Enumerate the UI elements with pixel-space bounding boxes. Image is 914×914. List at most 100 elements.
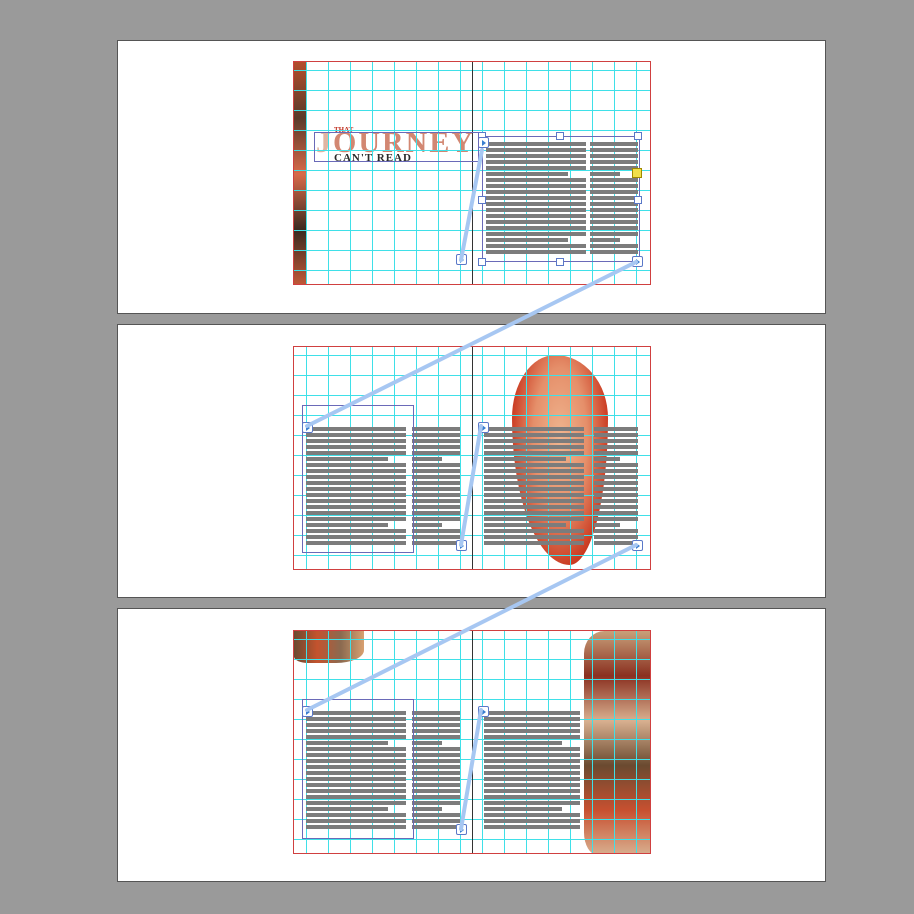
text-placeholder-line: [412, 505, 460, 509]
text-placeholder-line: [484, 433, 584, 437]
port-arrow-icon: [636, 259, 640, 265]
headline-frame: [314, 132, 479, 162]
text-placeholder-line: [412, 511, 460, 515]
text-placeholder-line: [412, 771, 460, 775]
text-placeholder-line: [412, 463, 460, 467]
text-frame-selected: [482, 136, 640, 262]
overset-icon: [632, 168, 642, 178]
port-arrow-icon: [306, 709, 310, 715]
text-placeholder-line: [484, 819, 580, 823]
selection-handle: [478, 258, 486, 266]
text-placeholder-line: [484, 505, 584, 509]
in-port-icon[interactable]: [302, 706, 313, 717]
text-placeholder-line: [412, 457, 442, 461]
text-placeholder-line: [594, 451, 638, 455]
text-placeholder-line: [412, 535, 460, 539]
text-placeholder-line: [412, 801, 460, 805]
text-placeholder-line: [412, 735, 460, 739]
text-placeholder-line: [594, 499, 638, 503]
text-placeholder-line: [412, 789, 460, 793]
text-placeholder-line: [412, 753, 460, 757]
text-placeholder-line: [412, 433, 460, 437]
text-placeholder-line: [412, 493, 460, 497]
in-port-icon[interactable]: [478, 706, 489, 717]
text-placeholder-line: [594, 487, 638, 491]
text-placeholder-line: [484, 771, 580, 775]
out-port-icon[interactable]: [456, 824, 467, 835]
text-placeholder-line: [484, 777, 580, 781]
text-placeholder-line: [484, 529, 584, 533]
text-placeholder-line: [484, 729, 580, 733]
spread-3[interactable]: [293, 630, 651, 854]
in-port-icon[interactable]: [478, 422, 489, 433]
spread-1[interactable]: JOURNEY THAT CAN'T READ: [293, 61, 651, 285]
text-placeholder-line: [484, 475, 584, 479]
text-placeholder-line: [412, 499, 460, 503]
text-placeholder-line: [594, 493, 638, 497]
torn-art-left-strip: [294, 62, 306, 284]
selection-handle: [634, 196, 642, 204]
out-port-icon[interactable]: [632, 540, 643, 551]
text-placeholder-line: [412, 427, 460, 431]
text-placeholder-line: [594, 481, 638, 485]
text-placeholder-line: [484, 735, 580, 739]
text-placeholder-line: [412, 451, 460, 455]
selection-handle: [634, 132, 642, 140]
text-placeholder-line: [594, 517, 638, 521]
torn-art-right-column: [584, 631, 650, 853]
text-placeholder-line: [412, 783, 460, 787]
text-placeholder-line: [412, 469, 460, 473]
in-port-icon[interactable]: [302, 422, 313, 433]
text-placeholder-line: [484, 825, 580, 829]
text-placeholder-line: [484, 765, 580, 769]
port-arrow-icon: [482, 140, 486, 146]
text-placeholder-line: [412, 759, 460, 763]
text-placeholder-line: [594, 505, 638, 509]
out-port-icon[interactable]: [456, 540, 467, 551]
text-placeholder-line: [412, 807, 442, 811]
text-placeholder-line: [484, 711, 580, 715]
text-placeholder-line: [484, 487, 584, 491]
text-placeholder-line: [594, 529, 638, 533]
port-arrow-icon: [482, 709, 486, 715]
text-placeholder-line: [412, 711, 460, 715]
spread-spine: [472, 631, 473, 853]
text-placeholder-line: [484, 783, 580, 787]
text-placeholder-line: [412, 741, 442, 745]
port-arrow-icon: [460, 257, 464, 263]
in-port-icon[interactable]: [478, 137, 489, 148]
text-placeholder-line: [484, 753, 580, 757]
text-placeholder-line: [594, 457, 620, 461]
text-placeholder-line: [412, 765, 460, 769]
selection-handle: [556, 258, 564, 266]
text-placeholder-line: [412, 813, 460, 817]
text-placeholder-line: [594, 535, 638, 539]
text-placeholder-line: [484, 499, 584, 503]
text-placeholder-line: [412, 717, 460, 721]
text-placeholder-line: [484, 445, 584, 449]
text-placeholder-line: [412, 445, 460, 449]
text-placeholder-line: [484, 807, 562, 811]
text-placeholder-line: [412, 487, 460, 491]
text-placeholder-line: [594, 433, 638, 437]
text-placeholder-line: [484, 523, 566, 527]
spread-spine: [472, 62, 473, 284]
text-placeholder-line: [594, 475, 638, 479]
port-arrow-icon: [482, 425, 486, 431]
text-placeholder-line: [594, 427, 638, 431]
text-placeholder-line: [484, 717, 580, 721]
text-placeholder-line: [594, 463, 638, 467]
text-placeholder-line: [484, 813, 580, 817]
text-frame: [302, 405, 414, 553]
text-placeholder-line: [484, 541, 584, 545]
text-placeholder-line: [412, 747, 460, 751]
out-port-icon[interactable]: [456, 254, 467, 265]
text-placeholder-line: [484, 759, 580, 763]
text-placeholder-line: [412, 777, 460, 781]
text-placeholder-line: [594, 523, 620, 527]
out-port-icon[interactable]: [632, 256, 643, 267]
text-placeholder-line: [484, 469, 584, 473]
port-arrow-icon: [460, 543, 464, 549]
text-placeholder-line: [412, 541, 460, 545]
spread-2[interactable]: [293, 346, 651, 570]
